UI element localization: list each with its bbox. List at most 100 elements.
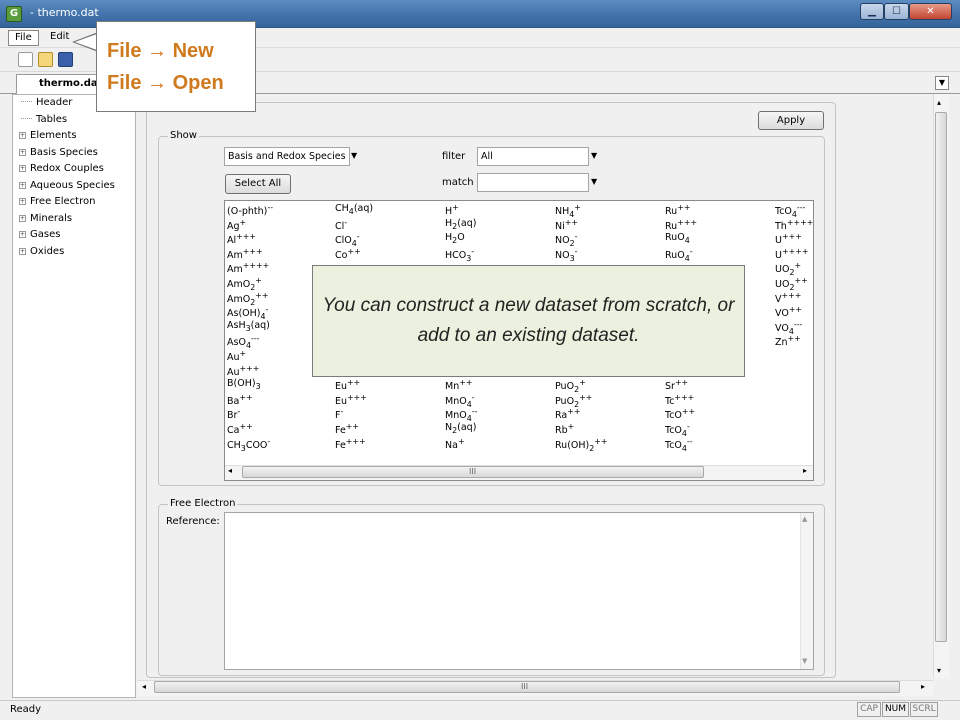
species-item[interactable]: NO3- bbox=[555, 247, 577, 263]
species-item[interactable]: Ru+++ bbox=[665, 218, 697, 232]
species-item[interactable]: Ra++ bbox=[555, 407, 580, 421]
species-item[interactable]: U+++ bbox=[775, 232, 802, 246]
scroll-down-icon[interactable]: ▼ bbox=[802, 657, 807, 665]
tree-item-gases[interactable]: + Gases bbox=[19, 229, 60, 240]
species-item[interactable]: CH3COO- bbox=[227, 437, 270, 453]
species-item[interactable]: HCO3- bbox=[445, 247, 474, 263]
species-item[interactable]: Br- bbox=[227, 407, 240, 421]
tree-item-oxides[interactable]: + Oxides bbox=[19, 246, 64, 257]
main-vscroll-thumb[interactable] bbox=[935, 112, 947, 642]
reference-vscrollbar[interactable] bbox=[800, 513, 813, 669]
species-scroll-thumb[interactable]: III bbox=[242, 466, 704, 478]
species-item[interactable]: Ni++ bbox=[555, 218, 578, 232]
species-item[interactable]: V+++ bbox=[775, 291, 801, 305]
instruction-note: You can construct a new dataset from scr… bbox=[312, 265, 745, 377]
match-dropdown-icon[interactable]: ▼ bbox=[591, 177, 597, 186]
species-item[interactable]: Ag+ bbox=[227, 218, 246, 232]
species-item[interactable]: Ru++ bbox=[665, 203, 690, 217]
species-item[interactable]: Eu++ bbox=[335, 378, 360, 392]
species-item[interactable]: Am+++ bbox=[227, 247, 263, 261]
match-input[interactable] bbox=[477, 173, 589, 192]
expand-icon[interactable]: + bbox=[19, 214, 26, 222]
reference-textarea[interactable] bbox=[224, 512, 814, 670]
open-folder-icon[interactable] bbox=[38, 52, 53, 67]
species-item[interactable]: Zn++ bbox=[775, 334, 801, 348]
species-item[interactable]: TcO++ bbox=[665, 407, 695, 421]
species-item[interactable]: Ca++ bbox=[227, 422, 253, 436]
minimize-button[interactable]: ▁ bbox=[860, 3, 884, 20]
filter-combo[interactable]: All bbox=[477, 147, 589, 166]
species-item[interactable]: TcO4-- bbox=[665, 437, 693, 453]
species-item[interactable]: RuO4 bbox=[665, 232, 690, 245]
scroll-down-icon[interactable]: ▾ bbox=[937, 666, 941, 675]
species-item[interactable]: Ru(OH)2++ bbox=[555, 437, 608, 453]
tree-item-free-electron[interactable]: + Free Electron bbox=[19, 196, 95, 207]
species-item[interactable]: Sr++ bbox=[665, 378, 688, 392]
scroll-left-icon[interactable]: ◂ bbox=[228, 466, 232, 475]
species-item[interactable]: VO++ bbox=[775, 305, 802, 319]
main-hscroll-thumb[interactable]: III bbox=[154, 681, 900, 693]
tree-item-aqueous-species[interactable]: + Aqueous Species bbox=[19, 180, 115, 191]
tree-item-minerals[interactable]: + Minerals bbox=[19, 213, 72, 224]
species-item[interactable]: Am++++ bbox=[227, 261, 269, 275]
tree-item-header[interactable]: Header bbox=[21, 97, 72, 108]
species-item[interactable]: Al+++ bbox=[227, 232, 256, 246]
expand-icon[interactable]: + bbox=[19, 231, 26, 238]
tree-item-basis-species[interactable]: + Basis Species bbox=[19, 147, 98, 158]
scroll-left-icon[interactable]: ◂ bbox=[142, 682, 146, 691]
save-icon[interactable] bbox=[58, 52, 73, 67]
species-item[interactable]: F- bbox=[335, 407, 343, 421]
tree-item-elements[interactable]: + Elements bbox=[19, 130, 77, 141]
scroll-grip: III bbox=[469, 467, 477, 476]
menu-file[interactable]: File bbox=[8, 30, 39, 46]
species-item[interactable]: Ba++ bbox=[227, 393, 253, 407]
species-item[interactable]: Au+++ bbox=[227, 364, 259, 378]
expand-icon[interactable]: + bbox=[19, 247, 26, 255]
select-all-button[interactable]: Select All bbox=[225, 174, 291, 194]
menu-edit[interactable]: Edit bbox=[50, 31, 69, 42]
expand-icon[interactable]: + bbox=[19, 148, 26, 156]
filter-dropdown-icon[interactable]: ▼ bbox=[591, 151, 597, 160]
species-item[interactable]: B(OH)3 bbox=[227, 378, 261, 391]
scroll-right-icon[interactable]: ▸ bbox=[803, 466, 807, 475]
species-item[interactable]: H2O bbox=[445, 232, 465, 245]
expand-icon[interactable]: + bbox=[19, 165, 26, 172]
species-item[interactable]: Eu+++ bbox=[335, 393, 367, 407]
tree-item-tables[interactable]: Tables bbox=[21, 114, 67, 125]
close-button[interactable]: ✕ bbox=[909, 3, 952, 20]
species-item[interactable]: Fe+++ bbox=[335, 437, 366, 451]
species-item[interactable]: (O-phth)-- bbox=[227, 203, 273, 217]
species-item[interactable]: Cl- bbox=[335, 218, 347, 232]
show-combo[interactable]: Basis and Redox Species bbox=[224, 147, 350, 166]
tab-thermo-dat[interactable]: thermo.dat bbox=[16, 74, 104, 94]
species-item[interactable]: CH4(aq) bbox=[335, 203, 373, 216]
species-item[interactable]: N2(aq) bbox=[445, 422, 476, 435]
scroll-up-icon[interactable]: ▲ bbox=[802, 515, 807, 523]
species-item[interactable]: AsH3(aq) bbox=[227, 320, 270, 333]
expand-icon[interactable]: + bbox=[19, 181, 26, 189]
reference-label: Reference: bbox=[166, 516, 220, 527]
species-item[interactable]: Fe++ bbox=[335, 422, 359, 436]
new-file-icon[interactable] bbox=[18, 52, 33, 67]
maximize-button[interactable]: ☐ bbox=[884, 3, 909, 20]
species-item[interactable]: U++++ bbox=[775, 247, 808, 261]
show-dropdown-icon[interactable]: ▼ bbox=[351, 151, 357, 160]
species-item[interactable]: Co++ bbox=[335, 247, 361, 261]
species-item[interactable]: Rb+ bbox=[555, 422, 574, 436]
species-item[interactable]: H2(aq) bbox=[445, 218, 476, 231]
species-item[interactable]: Na+ bbox=[445, 437, 465, 451]
expand-icon[interactable]: + bbox=[19, 198, 26, 205]
species-item[interactable]: H+ bbox=[445, 203, 459, 217]
apply-button[interactable]: Apply bbox=[758, 111, 824, 130]
species-item[interactable]: Au+ bbox=[227, 349, 246, 363]
tab-dropdown-icon[interactable]: ▼ bbox=[935, 76, 949, 90]
expand-icon[interactable]: + bbox=[19, 132, 26, 139]
species-item[interactable]: Th++++ bbox=[775, 218, 813, 232]
caps-lock-indicator: CAP bbox=[857, 702, 881, 717]
tree-item-redox-couples[interactable]: + Redox Couples bbox=[19, 163, 104, 174]
species-item[interactable]: RuO4- bbox=[665, 247, 693, 263]
scroll-right-icon[interactable]: ▸ bbox=[921, 682, 925, 691]
scroll-up-icon[interactable]: ▴ bbox=[937, 98, 941, 107]
species-item[interactable]: Mn++ bbox=[445, 378, 472, 392]
species-item[interactable]: Tc+++ bbox=[665, 393, 694, 407]
